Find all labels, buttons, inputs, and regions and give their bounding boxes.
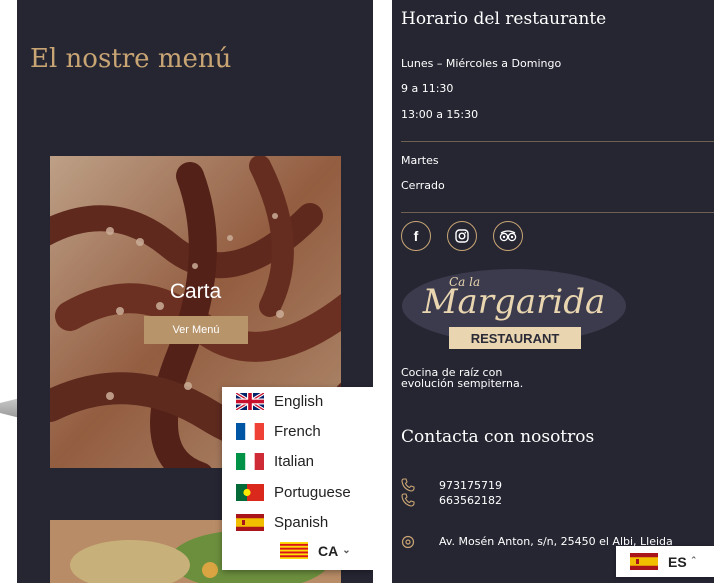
- spain-flag-icon: [630, 553, 658, 570]
- footer-panel: Horario del restaurante Lunes – Miércole…: [392, 0, 714, 583]
- hours-morning: 9 a 11:30: [401, 82, 454, 95]
- instagram-link[interactable]: [447, 221, 477, 251]
- location-pin-icon: [401, 535, 415, 549]
- lang-option-french[interactable]: French: [236, 420, 321, 442]
- menu-panel: El nostre menú Carta Ver Menú English Fr…: [17, 0, 373, 583]
- spain-flag-icon: [236, 513, 264, 531]
- phone-icon: [401, 478, 415, 492]
- phone-number-1[interactable]: 973175719: [439, 479, 502, 492]
- current-language-selector-es[interactable]: ES ˆ: [616, 546, 714, 577]
- language-dropdown: English French Italian Portuguese Spanis…: [222, 387, 373, 570]
- lang-label: Spanish: [274, 513, 329, 531]
- chevron-up-icon: ˆ: [691, 555, 696, 568]
- phone-icon: [401, 493, 415, 507]
- hours-afternoon: 13:00 a 15:30: [401, 108, 479, 121]
- france-flag-icon: [236, 422, 264, 440]
- hours-title: Horario del restaurante: [401, 9, 607, 29]
- closed-label: Cerrado: [401, 179, 445, 192]
- divider: [401, 212, 714, 213]
- lang-option-english[interactable]: English: [236, 390, 323, 412]
- instagram-icon: [455, 229, 469, 243]
- uk-flag-icon: [236, 392, 264, 410]
- view-menu-button[interactable]: Ver Menú: [144, 316, 248, 344]
- current-language-code: CA: [318, 542, 339, 559]
- contact-title: Contacta con nosotros: [401, 427, 595, 447]
- restaurant-logo: Ca la Margarida RESTAURANT: [402, 269, 626, 349]
- divider: [401, 141, 714, 142]
- card-title: Carta: [169, 280, 222, 303]
- hours-days: Lunes – Miércoles a Domingo: [401, 57, 562, 70]
- logo-script-text: Margarida: [422, 282, 606, 322]
- catalonia-flag-icon: [280, 542, 308, 559]
- facebook-link[interactable]: f: [401, 221, 431, 251]
- chevron-down-icon: ⌄: [342, 545, 351, 556]
- tagline: Cocina de raíz con evolución sempiterna.: [401, 367, 523, 389]
- page-title: El nostre menú: [30, 44, 232, 74]
- lang-label: English: [274, 392, 324, 410]
- lang-label: French: [274, 422, 321, 440]
- facebook-icon: f: [413, 228, 419, 244]
- lang-option-portuguese[interactable]: Portuguese: [236, 481, 351, 503]
- lang-option-spanish[interactable]: Spanish: [236, 511, 328, 533]
- logo-banner-text: RESTAURANT: [471, 331, 560, 346]
- current-language-selector[interactable]: CA ⌄: [280, 542, 351, 559]
- tagline-line2: evolución sempiterna.: [401, 377, 524, 390]
- lang-option-italian[interactable]: Italian: [236, 450, 314, 472]
- phone-number-2[interactable]: 663562182: [439, 494, 502, 507]
- lang-label: Italian: [274, 452, 315, 470]
- tripadvisor-link[interactable]: [493, 221, 523, 251]
- current-language-code: ES: [668, 553, 687, 570]
- portugal-flag-icon: [236, 483, 264, 501]
- closed-day: Martes: [401, 154, 439, 167]
- lang-label: Portuguese: [274, 483, 351, 501]
- italy-flag-icon: [236, 452, 264, 470]
- tripadvisor-icon: [499, 230, 517, 242]
